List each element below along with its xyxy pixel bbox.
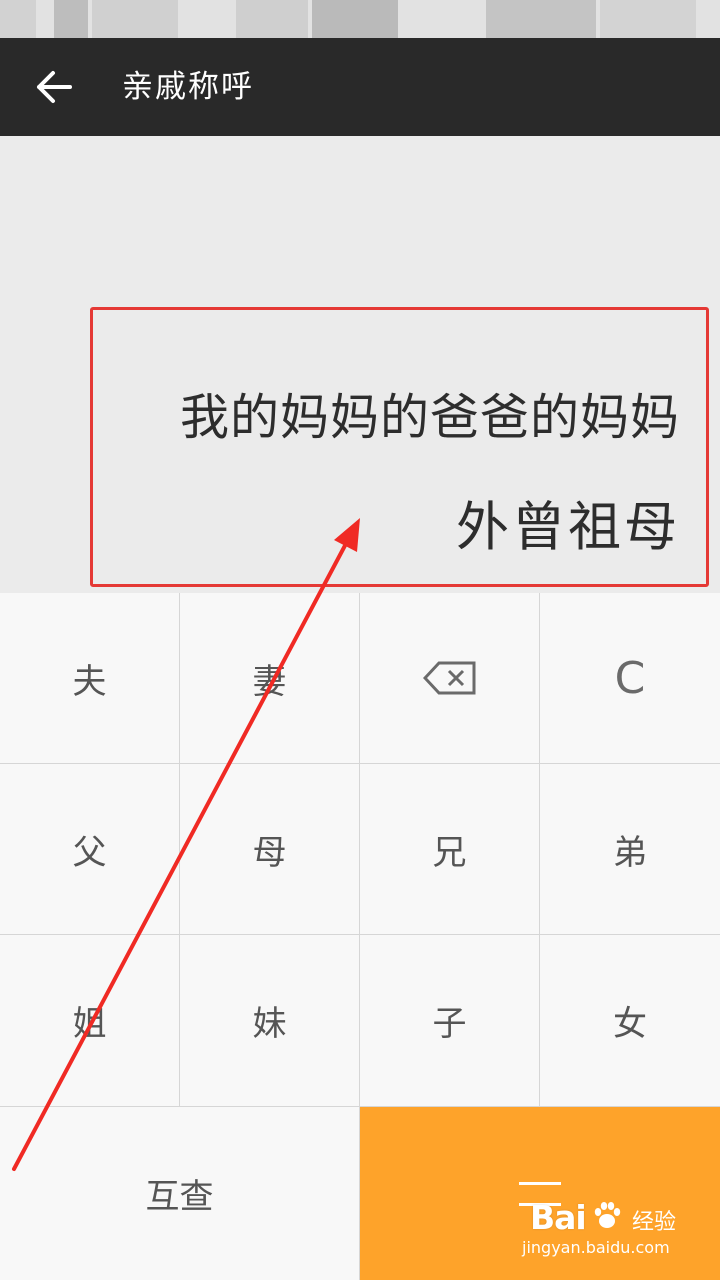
page-title: 亲戚称呼 xyxy=(122,69,254,105)
key-son[interactable]: 子 xyxy=(360,935,540,1107)
key-label: 妻 xyxy=(252,661,287,702)
equals-icon xyxy=(519,1181,561,1206)
status-bar-blur xyxy=(54,0,88,38)
key-label: 妹 xyxy=(252,1004,287,1044)
key-label: 弟 xyxy=(613,832,647,873)
result-text: 外曾祖母 xyxy=(456,497,680,558)
key-label: 夫 xyxy=(72,661,107,702)
key-label: 兄 xyxy=(432,832,467,873)
result-display: 我的妈妈的爸爸的妈妈 外曾祖母 xyxy=(0,136,720,593)
expression-text: 我的妈妈的爸爸的妈妈 xyxy=(179,389,680,446)
key-label: 母 xyxy=(252,832,287,873)
key-label: 姐 xyxy=(72,1004,107,1044)
key-label: 女 xyxy=(613,1004,647,1044)
key-father[interactable]: 父 xyxy=(0,764,180,935)
key-younger-brother[interactable]: 弟 xyxy=(540,764,720,935)
key-younger-sister[interactable]: 妹 xyxy=(180,935,360,1107)
key-elder-sister[interactable]: 姐 xyxy=(0,935,180,1107)
key-label: 父 xyxy=(72,832,107,873)
status-bar-blur xyxy=(236,0,308,38)
backspace-button[interactable] xyxy=(360,593,540,764)
key-label: C xyxy=(614,652,646,704)
equals-button[interactable] xyxy=(360,1107,720,1280)
arrow-left-icon xyxy=(37,71,72,103)
status-bar-blur xyxy=(600,0,696,38)
status-bar-blur xyxy=(312,0,398,38)
clear-button[interactable]: C xyxy=(540,593,720,764)
status-bar-blur xyxy=(0,0,36,38)
key-husband[interactable]: 夫 xyxy=(0,593,180,764)
app-bar: 亲戚称呼 xyxy=(0,38,720,136)
key-label: 子 xyxy=(432,1004,467,1044)
key-wife[interactable]: 妻 xyxy=(180,593,360,764)
mutual-check-button[interactable]: 互查 xyxy=(0,1107,360,1280)
status-bar-blur xyxy=(486,0,596,38)
key-label: 互查 xyxy=(145,1177,214,1217)
key-daughter[interactable]: 女 xyxy=(540,935,720,1107)
backspace-icon xyxy=(422,661,475,695)
status-bar-blur xyxy=(92,0,178,38)
status-bar xyxy=(0,0,720,38)
keypad: 夫 妻 C 父 母 兄 弟 姐 妹 子 女 互查 xyxy=(0,593,720,1280)
back-button[interactable] xyxy=(24,62,84,112)
key-mother[interactable]: 母 xyxy=(180,764,360,935)
key-elder-brother[interactable]: 兄 xyxy=(360,764,540,935)
